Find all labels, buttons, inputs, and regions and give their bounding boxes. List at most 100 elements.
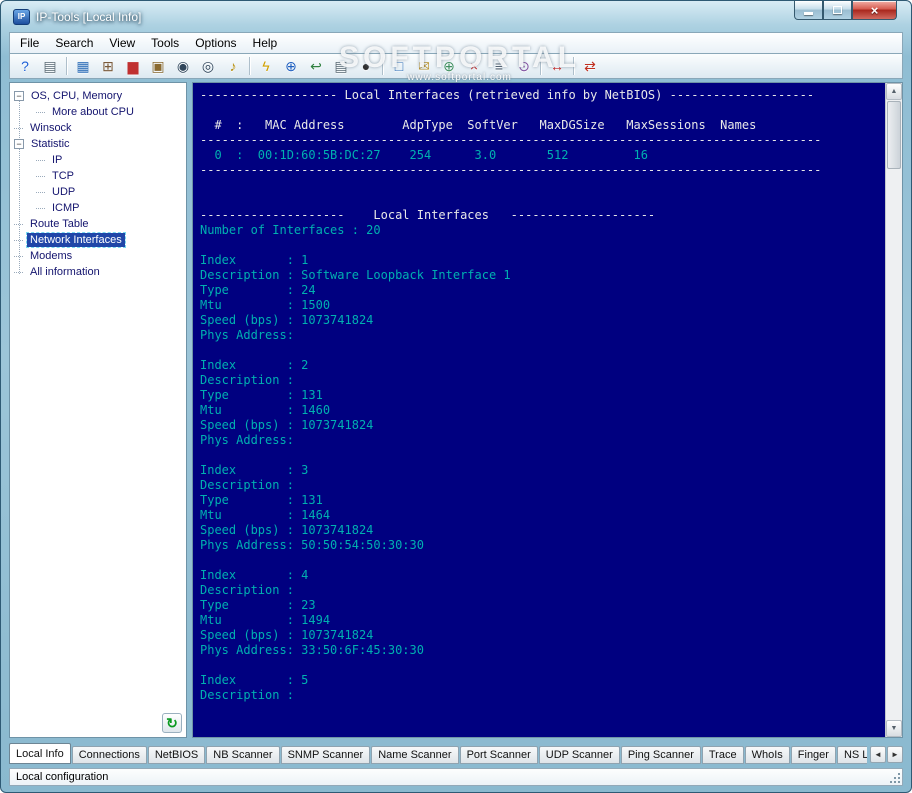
tree-item-all-information[interactable]: All information — [10, 264, 186, 280]
tab-nb-scanner[interactable]: NB Scanner — [206, 746, 280, 764]
menu-item-search[interactable]: Search — [47, 34, 101, 52]
tab-whois[interactable]: WhoIs — [744, 746, 790, 764]
connections-icon-button[interactable]: ⊞ — [96, 55, 120, 77]
tree-item-network-interfaces[interactable]: Network Interfaces — [10, 232, 186, 248]
sound-icon-button[interactable]: ♪ — [221, 55, 245, 77]
local-info-icon-button[interactable]: ▦ — [71, 55, 95, 77]
window-title: IP-Tools [Local Info] — [36, 9, 142, 24]
tree-item-tcp[interactable]: TCP — [10, 168, 186, 184]
library-icon: ▣ — [151, 58, 165, 74]
tree-item-label: More about CPU — [52, 106, 134, 118]
tree-item-route-table[interactable]: Route Table — [10, 216, 186, 232]
finger-icon-button[interactable]: ✉ — [412, 55, 436, 77]
tab-trace[interactable]: Trace — [701, 746, 744, 764]
notes-icon-button[interactable]: ≡ — [487, 55, 511, 77]
tab-connections[interactable]: Connections — [71, 746, 147, 764]
print-report-icon-button[interactable]: ▤ — [329, 55, 353, 77]
port-scanner-icon-button[interactable]: ● — [354, 55, 378, 77]
menu-item-file[interactable]: File — [12, 34, 47, 52]
maximize-button[interactable] — [823, 1, 852, 20]
time-icon-button[interactable]: ⊙ — [512, 55, 536, 77]
tab-bar: Local Info Connections NetBIOS NB Scanner SN… — [9, 741, 903, 764]
scrollbar-thumb[interactable] — [887, 101, 901, 169]
tree-connector — [14, 127, 23, 129]
console-line: Description : — [200, 373, 294, 387]
menu-item-view[interactable]: View — [101, 34, 143, 52]
tab-scroll-buttons: ◄ ► — [867, 746, 903, 764]
collapse-toggle-icon[interactable]: − — [14, 139, 24, 149]
tree-item-label: OS, CPU, Memory — [31, 90, 123, 102]
tree-item-udp[interactable]: UDP — [10, 184, 186, 200]
tree-item-os-cpu-memory[interactable]: − OS, CPU, Memory — [10, 88, 186, 104]
tree-item-icmp[interactable]: ICMP — [10, 200, 186, 216]
close-icon: × — [870, 2, 879, 18]
tab-ns-lookup[interactable]: NS Lookup — [836, 746, 867, 764]
tree-connector — [36, 159, 45, 161]
tree-item-statistic[interactable]: − Statistic — [10, 136, 186, 152]
print-report-icon: ▤ — [334, 58, 348, 74]
about-icon-button[interactable]: ? — [13, 55, 37, 77]
console-line: Description : — [200, 478, 294, 492]
tab-ping-scanner[interactable]: Ping Scanner — [620, 746, 701, 764]
tree-item-more-about-cpu[interactable]: More about CPU — [10, 104, 186, 120]
menu-item-tools[interactable]: Tools — [143, 34, 187, 52]
tree-item-label: Statistic — [31, 138, 70, 150]
library-icon-button[interactable]: ▣ — [146, 55, 170, 77]
web-browser-icon: ⊕ — [285, 58, 297, 74]
menu-item-help[interactable]: Help — [245, 34, 286, 52]
netbios-icon-button[interactable]: □ — [387, 55, 411, 77]
console-output[interactable]: ------------------- Local Interfaces (re… — [193, 83, 885, 737]
web-browser-icon-button[interactable]: ⊕ — [279, 55, 303, 77]
tab-snmp-scanner[interactable]: SNMP Scanner — [280, 746, 371, 764]
tab-port-scanner[interactable]: Port Scanner — [459, 746, 538, 764]
tab-scroll-right-button[interactable]: ► — [887, 746, 903, 763]
resize-grip[interactable] — [888, 771, 901, 784]
collapse-toggle-icon[interactable]: − — [14, 91, 24, 101]
tree-connector — [14, 223, 23, 225]
title-bar[interactable]: IP IP-Tools [Local Info] — [9, 1, 903, 32]
whois-icon-button[interactable]: ⊕ — [437, 55, 461, 77]
statistics-icon-button[interactable]: ▆ — [121, 55, 145, 77]
tab-name-scanner[interactable]: Name Scanner — [371, 746, 459, 764]
status-bar: Local configuration — [9, 764, 903, 786]
minimize-button[interactable] — [794, 1, 823, 20]
tab-finger[interactable]: Finger — [790, 746, 836, 764]
vertical-scrollbar[interactable]: ▲ ▼ — [885, 83, 902, 737]
close-button[interactable]: × — [852, 1, 897, 20]
find-next-icon-button[interactable]: ◎ — [196, 55, 220, 77]
find-icon-button[interactable]: ◉ — [171, 55, 195, 77]
notes-icon: ≡ — [494, 58, 504, 74]
refresh-button[interactable]: ↻ — [162, 713, 182, 733]
close-session-icon-button[interactable]: × — [462, 55, 486, 77]
tree-item-label: UDP — [52, 186, 76, 198]
tree-item-modems[interactable]: Modems — [10, 248, 186, 264]
tree-connector — [14, 239, 23, 241]
ping-scanner-icon-button[interactable]: ↔ — [545, 55, 569, 77]
console-line: Mtu : 1460 — [200, 403, 331, 417]
tree-connector — [36, 111, 45, 113]
menu-item-options[interactable]: Options — [187, 34, 244, 52]
tab-local-info[interactable]: Local Info — [9, 743, 71, 764]
trace-icon-button[interactable]: ϟ — [254, 55, 278, 77]
tree-item-ip[interactable]: IP — [10, 152, 186, 168]
tree-connector — [14, 255, 23, 257]
tab-scroll-left-button[interactable]: ◄ — [870, 746, 886, 763]
scroll-up-button[interactable]: ▲ — [886, 83, 902, 100]
tab-netbios[interactable]: NetBIOS — [147, 746, 206, 764]
tree-item-winsock[interactable]: Winsock — [10, 120, 186, 136]
local-info-icon: ▦ — [76, 58, 90, 74]
maximize-icon — [833, 6, 842, 14]
tree-connector — [14, 271, 23, 273]
whois-icon: ⊕ — [443, 58, 455, 74]
tab-udp-scanner[interactable]: UDP Scanner — [538, 746, 620, 764]
scroll-down-button[interactable]: ▼ — [886, 720, 902, 737]
tree-connector — [36, 207, 45, 209]
print-icon-button[interactable]: ▤ — [38, 55, 62, 77]
back-icon-button[interactable]: ↩ — [304, 55, 328, 77]
exchange-icon-button[interactable]: ⇄ — [578, 55, 602, 77]
connections-icon: ⊞ — [102, 58, 114, 74]
close-session-icon: × — [469, 58, 479, 74]
